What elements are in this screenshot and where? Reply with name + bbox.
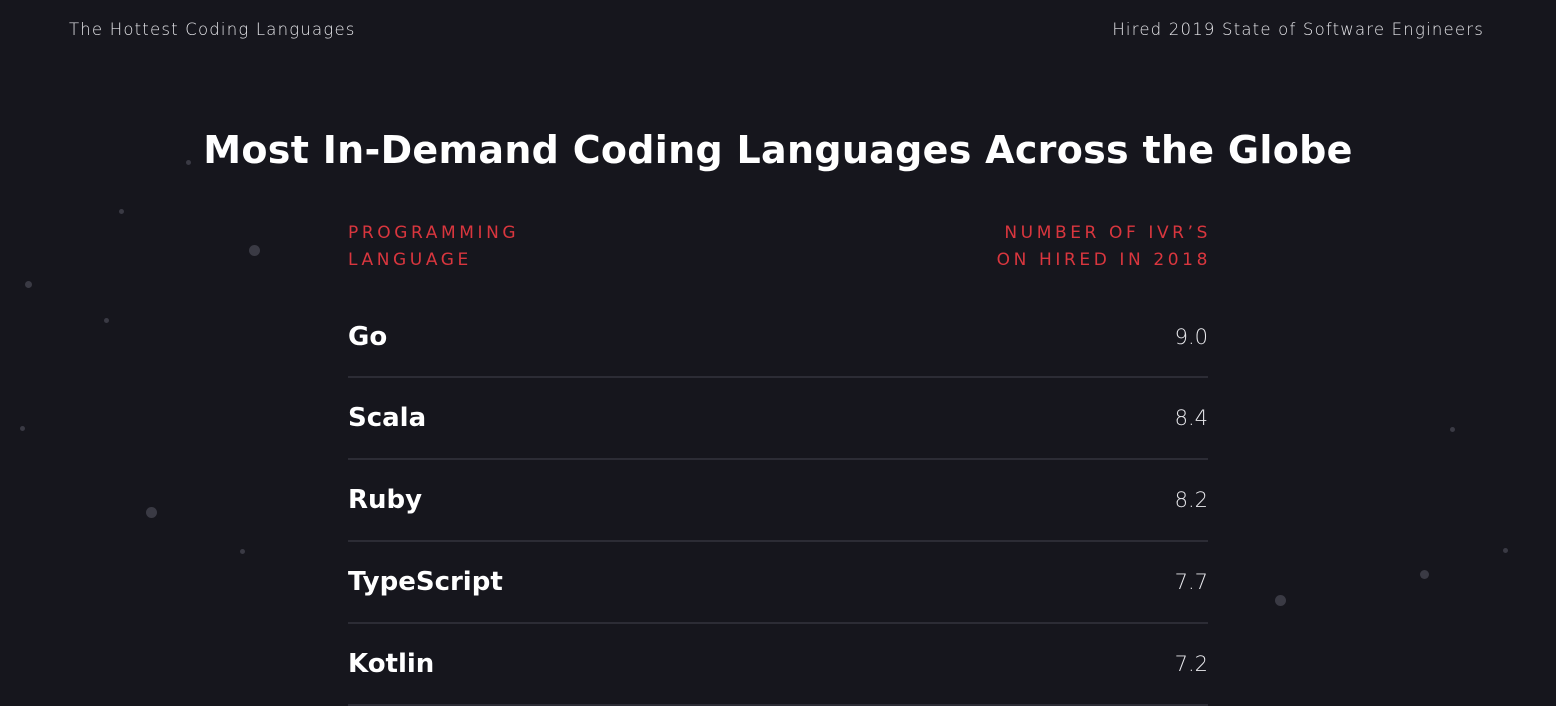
star-dot: [249, 245, 260, 256]
column-header-language: PROGRAMMING LANGUAGE: [348, 220, 519, 274]
table-row: Kotlin 7.2: [348, 624, 1208, 706]
star-dot: [146, 507, 157, 518]
languages-table: PROGRAMMING LANGUAGE NUMBER OF IVR’S ON …: [348, 220, 1208, 706]
table-row: TypeScript 7.7: [348, 542, 1208, 624]
star-dot: [1503, 548, 1508, 553]
star-dot: [1420, 570, 1429, 579]
ivr-value: 8.4: [1174, 406, 1208, 430]
language-name: Ruby: [348, 485, 423, 515]
ivr-value: 8.2: [1174, 488, 1208, 512]
header-line: LANGUAGE: [348, 250, 472, 270]
page-title: Most In-Demand Coding Languages Across t…: [203, 128, 1353, 172]
ivr-value: 7.2: [1174, 652, 1208, 676]
language-name: Scala: [348, 403, 427, 433]
language-name: Kotlin: [348, 649, 435, 679]
section-label: The Hottest Coding Languages: [69, 20, 356, 39]
report-label: Hired 2019 State of Software Engineers: [1112, 20, 1484, 39]
header-line: ON HIRED IN 2018: [996, 250, 1211, 270]
ivr-value: 7.7: [1174, 570, 1208, 594]
language-name: Go: [348, 321, 388, 352]
table-row: Go 9.0: [348, 297, 1208, 378]
star-dot: [119, 209, 124, 214]
star-dot: [20, 426, 25, 431]
table-header: PROGRAMMING LANGUAGE NUMBER OF IVR’S ON …: [348, 220, 1208, 274]
star-dot: [1450, 427, 1455, 432]
table-row: Scala 8.4: [348, 378, 1208, 460]
star-dot: [240, 549, 245, 554]
star-dot: [104, 318, 109, 323]
ivr-value: 9.0: [1174, 324, 1208, 349]
language-name: TypeScript: [348, 567, 503, 597]
column-header-ivrs: NUMBER OF IVR’S ON HIRED IN 2018: [997, 220, 1211, 274]
header-line: NUMBER OF IVR’S: [1004, 223, 1211, 243]
header-line: PROGRAMMING: [348, 223, 520, 243]
star-dot: [25, 281, 32, 288]
star-dot: [1275, 595, 1286, 606]
table-row: Ruby 8.2: [348, 460, 1208, 542]
